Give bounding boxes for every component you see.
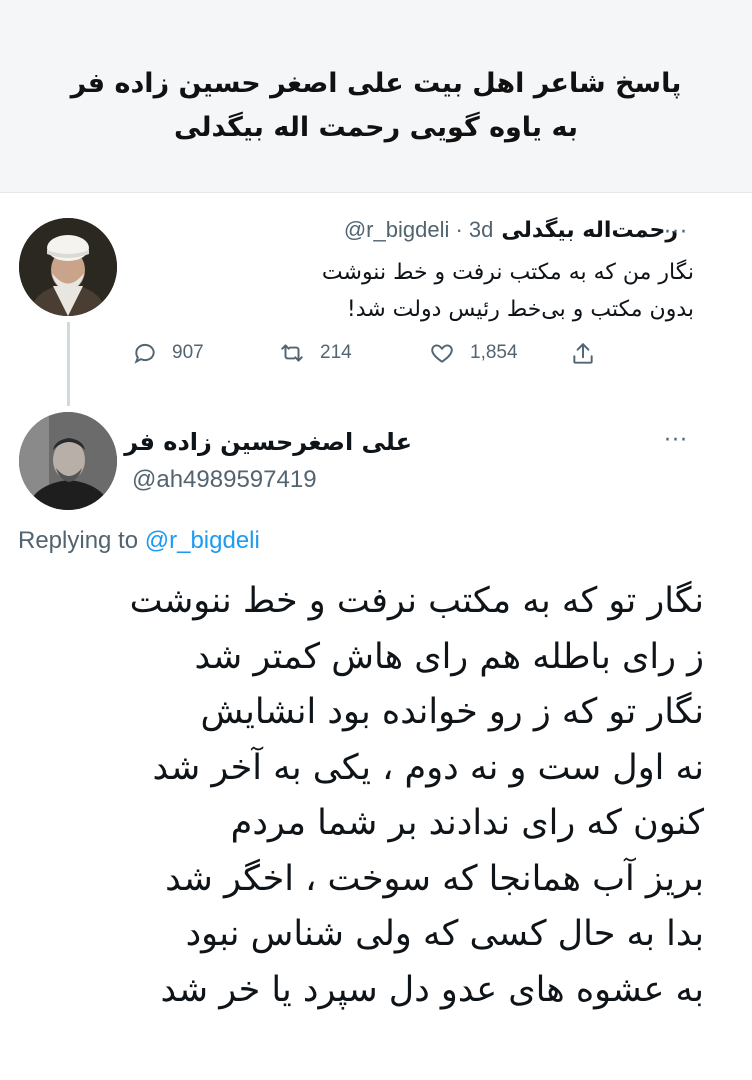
title-line-1: پاسخ شاعر اهل بیت علی اصغر حسین زاده فر bbox=[70, 68, 682, 99]
share-button[interactable] bbox=[570, 340, 610, 368]
poem-line: بدا به حال کسی که ولی شناس نبود bbox=[185, 914, 704, 954]
reply-count: 907 bbox=[172, 342, 204, 363]
reply-icon bbox=[134, 343, 155, 364]
poem-line: بریز آب همانجا که سوخت ، اخگر شد bbox=[165, 858, 704, 899]
title-line-2: به یاوه گویی رحمت اله بیگدلی bbox=[174, 112, 578, 143]
original-text-line-1: نگار من که به مکتب نرفت و خط ننوشت bbox=[321, 260, 694, 285]
poem-line: نه اول ست و نه دوم ، یکی به آخر شد bbox=[152, 747, 705, 788]
reply-button[interactable]: 907 bbox=[132, 340, 204, 366]
reply-author-name[interactable]: علی اصغرحسین زاده فر bbox=[124, 428, 412, 456]
poem-line: نگار تو که ز رو خوانده بود انشایش bbox=[200, 692, 704, 732]
poem-line: کنون که رای ندادند بر شما مردم bbox=[230, 803, 704, 843]
tweet-actions: 907 214 1,854 bbox=[132, 340, 612, 374]
retweet-count: 214 bbox=[320, 342, 352, 363]
poem-line: نگار تو که به مکتب نرفت و خط ننوشت bbox=[129, 581, 704, 621]
more-options-icon[interactable]: ··· bbox=[664, 220, 688, 245]
avatar-reply-author[interactable] bbox=[19, 412, 117, 510]
reply-author-handle[interactable]: @ah4989597419 bbox=[132, 466, 317, 494]
original-tweet-text: نگار من که به مکتب نرفت و خط ننوشت بدون … bbox=[134, 254, 694, 328]
avatar-original-author[interactable] bbox=[19, 218, 117, 316]
replying-prefix: Replying to bbox=[18, 527, 139, 554]
original-handle-time[interactable]: @r_bigdeli · 3d bbox=[344, 217, 494, 243]
poem-line: به عشوه های عدو دل سپرد یا خر شد bbox=[160, 969, 704, 1010]
more-options-icon[interactable]: ··· bbox=[664, 428, 688, 453]
retweet-button[interactable]: 214 bbox=[278, 340, 352, 366]
header-banner: پاسخ شاعر اهل بیت علی اصغر حسین زاده فر … bbox=[0, 0, 752, 193]
thread-connector bbox=[67, 322, 70, 406]
like-count: 1,854 bbox=[470, 342, 518, 363]
replying-to: Replying to @r_bigdeli bbox=[18, 527, 260, 555]
original-text-line-2: بدون مکتب و بی‌خط رئیس دولت شد! bbox=[346, 297, 694, 322]
like-button[interactable]: 1,854 bbox=[428, 340, 518, 366]
original-tweet-header: رحمت‌اله بیگدلی @r_bigdeli · 3d bbox=[344, 212, 678, 248]
page-title: پاسخ شاعر اهل بیت علی اصغر حسین زاده فر … bbox=[60, 62, 692, 150]
original-author-name[interactable]: رحمت‌اله بیگدلی bbox=[501, 218, 678, 243]
replying-mention-link[interactable]: @r_bigdeli bbox=[145, 527, 260, 554]
like-icon bbox=[431, 344, 453, 363]
retweet-icon bbox=[281, 344, 303, 362]
share-icon bbox=[573, 343, 593, 364]
poem-line: ز رای باطله هم رای هاش کمتر شد bbox=[194, 636, 705, 677]
reply-tweet-text: نگار تو که به مکتب نرفت و خط ننوشت ز رای… bbox=[64, 574, 704, 1018]
